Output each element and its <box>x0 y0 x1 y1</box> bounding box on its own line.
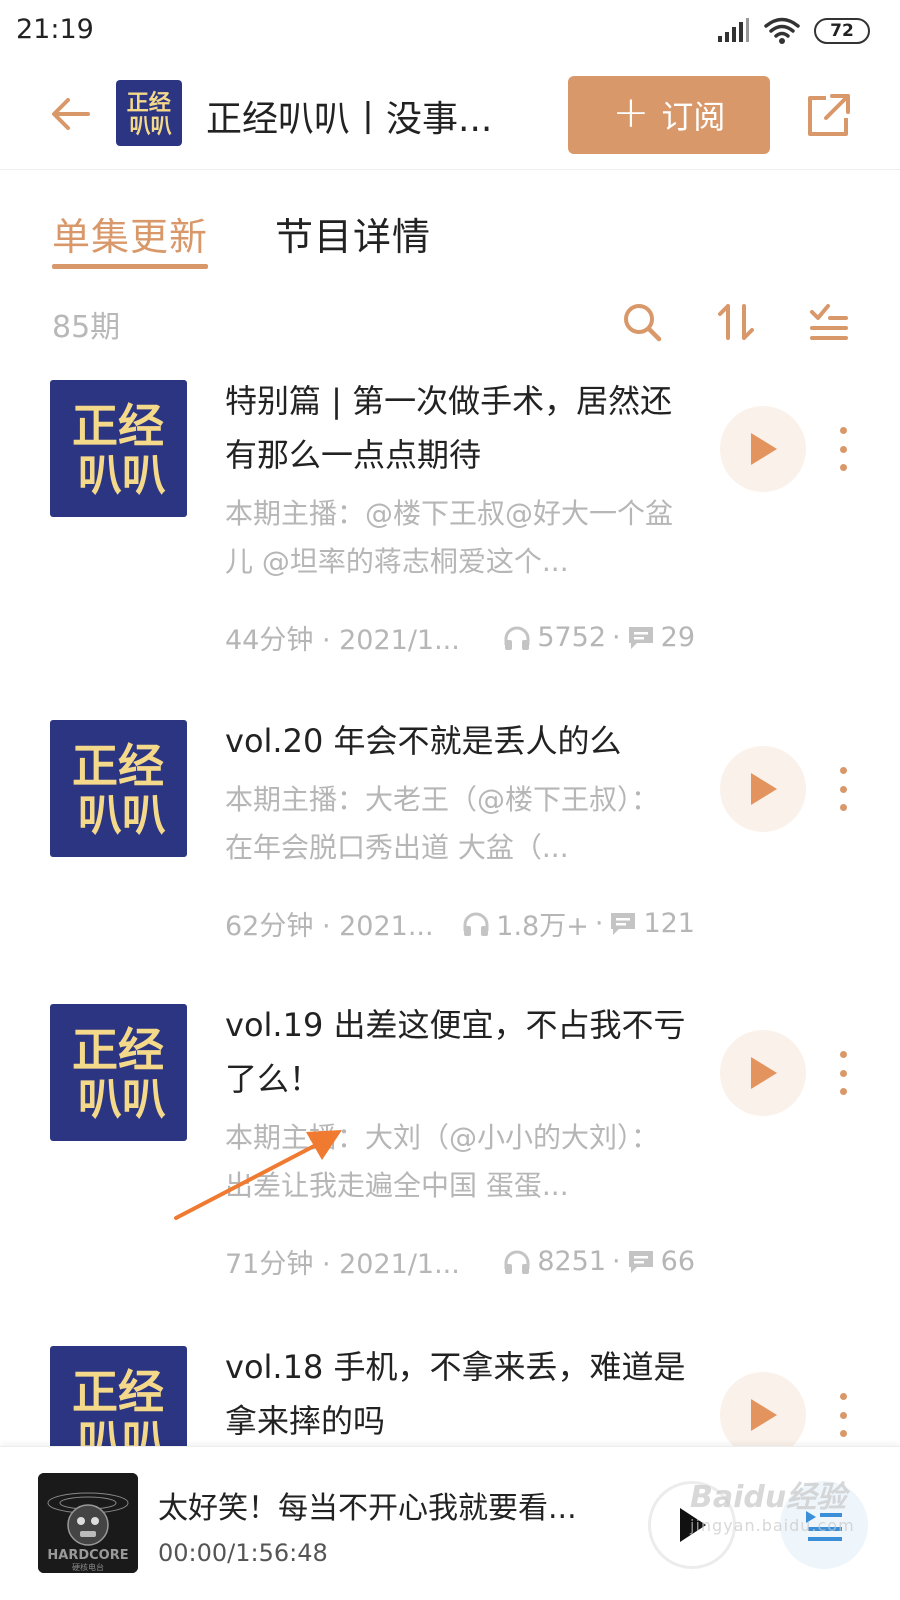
comment-icon <box>628 626 653 649</box>
play-icon <box>751 773 777 805</box>
episode-description: 本期主播：@楼下王叔@好大一个盆儿 @坦率的蒋志桐爱这个... <box>225 497 674 578</box>
meta-separator: · <box>612 1246 621 1277</box>
episode-plays: 1.8万+ <box>496 911 589 942</box>
episode-title: vol.18 手机，不拿来丢，难道是拿来摔的吗 <box>225 1348 686 1440</box>
podcast-logo: 正经叭叭 <box>72 739 166 841</box>
episode-more-button[interactable] <box>832 427 854 471</box>
play-icon <box>751 1399 777 1431</box>
episode-meta: 44分钟 · 2021/1... 5752 · 29 <box>225 618 695 657</box>
svg-text:正经: 正经 <box>72 399 164 453</box>
watermark-brand: Baidu经验 <box>690 1480 847 1515</box>
comment-icon <box>611 912 636 935</box>
episode-play-button[interactable] <box>720 1030 806 1116</box>
podcast-logo: 正经叭叭 <box>72 1023 166 1125</box>
episode-plays: 8251 <box>537 1246 607 1277</box>
episode-description: 本期主播：大刘（@小小的大刘）：出差让我走遍全中国 蛋蛋... <box>225 1121 660 1202</box>
svg-text:叭叭: 叭叭 <box>78 790 166 841</box>
comment-icon <box>628 1250 653 1273</box>
svg-text:正经: 正经 <box>72 1365 164 1419</box>
svg-text:正经: 正经 <box>72 739 164 793</box>
headphones-icon <box>504 1250 530 1274</box>
episode-cover: 正经 叭叭 <box>50 380 187 517</box>
episode-list: 正经 叭叭 特别篇 | 第一次做手术，居然还有那么一点点期待 本期主播：@楼下王叔@好… <box>0 0 900 1446</box>
episode-cover: 正经 叭叭 <box>50 1346 187 1446</box>
mini-player-cover: HARDCORE 硬核电台 <box>38 1473 138 1573</box>
hardcore-logo: HARDCORE 硬核电台 <box>38 1473 138 1573</box>
episode-meta: 71分钟 · 2021/1... 8251 · 66 <box>225 1242 695 1281</box>
episode-play-button[interactable] <box>720 406 806 492</box>
mini-player-time: 00:00/1:56:48 <box>158 1539 328 1567</box>
episode-play-button[interactable] <box>720 746 806 832</box>
episode-play-button[interactable] <box>720 1372 806 1446</box>
episode-comments: 121 <box>643 908 695 939</box>
episode-cover: 正经 叭叭 <box>50 1004 187 1141</box>
episode-meta: 62分钟 · 2021... 1.8万+ · 121 <box>225 904 695 943</box>
episode-comments: 66 <box>660 1246 695 1277</box>
watermark: Baidu经验 jingyan.baidu.com <box>690 1472 870 1535</box>
podcast-logo: 正经叭叭 <box>72 1365 166 1446</box>
hardcore-logo-text: HARDCORE <box>47 1548 128 1563</box>
play-icon <box>751 1057 777 1089</box>
episode-title: vol.20 年会不就是丢人的么 <box>225 722 622 760</box>
meta-separator: · <box>594 908 604 939</box>
headphones-icon <box>463 912 489 936</box>
episode-duration-date: 62分钟 · 2021... <box>225 911 434 942</box>
episode-title: 特别篇 | 第一次做手术，居然还有那么一点点期待 <box>225 382 673 474</box>
episode-duration-date: 71分钟 · 2021/1... <box>225 1249 457 1280</box>
episode-more-button[interactable] <box>832 1051 854 1095</box>
episode-description: 本期主播：大老王（@楼下王叔）：在年会脱口秀出道 大盆（... <box>225 783 660 864</box>
episode-comments: 29 <box>660 622 695 653</box>
svg-text:正经: 正经 <box>72 1023 164 1077</box>
watermark-url: jingyan.baidu.com <box>690 1516 855 1535</box>
svg-text:叭叭: 叭叭 <box>78 1416 166 1446</box>
svg-text:叭叭: 叭叭 <box>78 1074 166 1125</box>
episode-duration-date: 44分钟 · 2021/1... <box>225 625 457 656</box>
episode-cover: 正经 叭叭 <box>50 720 187 857</box>
hardcore-logo-subtext: 硬核电台 <box>72 1562 104 1572</box>
episode-title: vol.19 出差这便宜，不占我不亏了么！ <box>225 1006 686 1098</box>
svg-text:叭叭: 叭叭 <box>78 450 166 501</box>
episode-more-button[interactable] <box>832 1393 854 1437</box>
headphones-icon <box>504 626 530 650</box>
episode-more-button[interactable] <box>832 767 854 811</box>
mini-player-title: 太好笑！每当不开心我就要看... <box>158 1491 577 1526</box>
podcast-logo: 正经叭叭 <box>72 399 166 501</box>
play-icon <box>751 433 777 465</box>
episode-plays: 5752 <box>537 622 607 653</box>
meta-separator: · <box>612 622 621 653</box>
